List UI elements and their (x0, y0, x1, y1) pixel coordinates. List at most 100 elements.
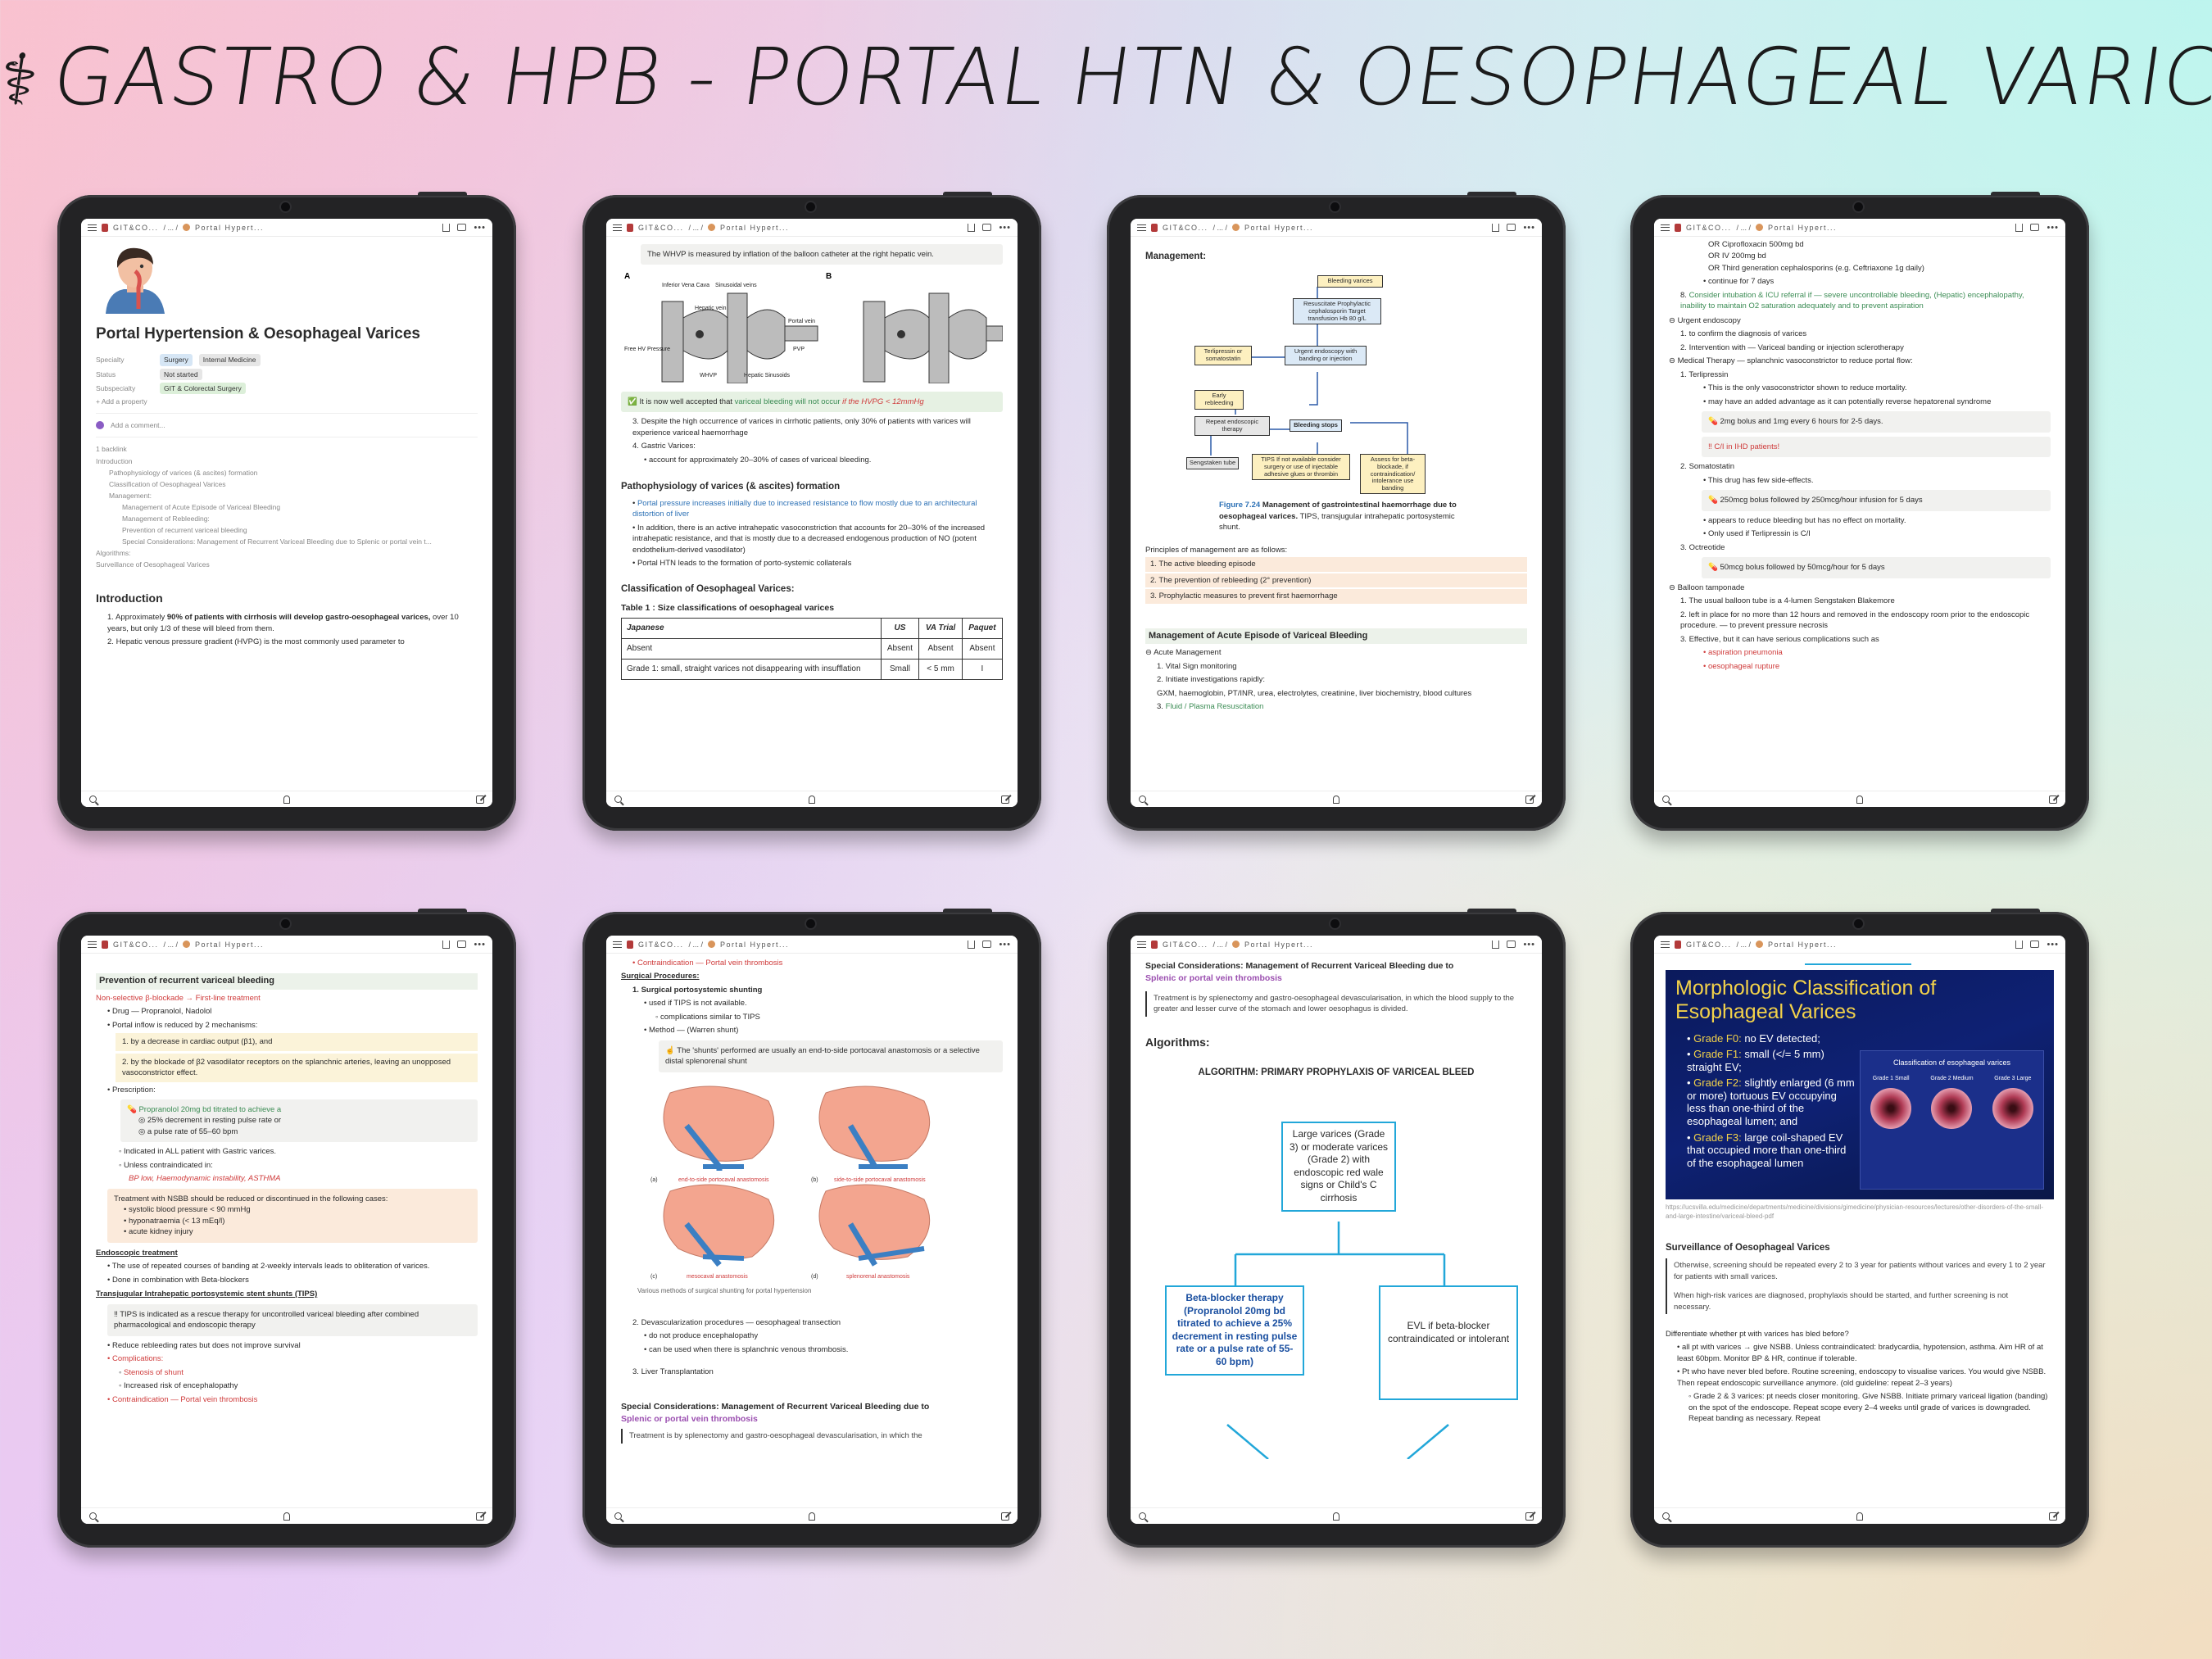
comment-icon[interactable] (982, 941, 992, 948)
comment-icon[interactable] (1507, 224, 1516, 231)
workspace-icon[interactable] (627, 223, 633, 232)
menu-icon[interactable] (613, 224, 622, 231)
bell-icon[interactable] (1856, 795, 1863, 804)
more-icon[interactable]: ••• (999, 940, 1011, 949)
toc-item[interactable]: Management of Acute Episode of Variceal … (122, 502, 478, 512)
compose-icon[interactable] (476, 795, 484, 804)
more-icon[interactable]: ••• (474, 223, 486, 232)
workspace-icon[interactable] (102, 223, 108, 232)
search-icon[interactable] (1139, 1512, 1146, 1520)
compose-icon[interactable] (1001, 795, 1009, 804)
comment-icon[interactable] (982, 224, 992, 231)
bell-icon[interactable] (1856, 1512, 1863, 1521)
workspace-icon[interactable] (102, 940, 108, 949)
workspace-icon[interactable] (1675, 940, 1681, 949)
toc-item[interactable]: Management: (109, 491, 478, 501)
compose-icon[interactable] (2049, 1512, 2057, 1521)
menu-icon[interactable] (88, 941, 97, 948)
comment-icon[interactable] (2030, 941, 2040, 948)
breadcrumb-page[interactable]: Portal Hypert... (1244, 224, 1313, 232)
add-property-button[interactable]: + Add a property (96, 397, 478, 406)
menu-icon[interactable] (1137, 941, 1146, 948)
share-icon[interactable] (2015, 223, 2024, 232)
workspace-icon[interactable] (627, 940, 633, 949)
toggle-balloon-tamponade[interactable]: ⊖ Balloon tamponade (1669, 582, 2051, 593)
bell-icon[interactable] (808, 1512, 815, 1521)
toc-item[interactable]: Prevention of recurrent variceal bleedin… (122, 525, 478, 535)
menu-icon[interactable] (613, 941, 622, 948)
workspace-icon[interactable] (1151, 223, 1158, 232)
toc-item[interactable]: Classification of Oesophageal Varices (109, 479, 478, 489)
share-icon[interactable] (968, 940, 976, 949)
search-icon[interactable] (1662, 1512, 1670, 1520)
source-link[interactable]: https://ucsvilla.edu/medicine/department… (1666, 1203, 2054, 1222)
tag-surgery[interactable]: Surgery (160, 354, 193, 366)
compose-icon[interactable] (2049, 795, 2057, 804)
toc-item[interactable]: Special Considerations: Management of Re… (122, 537, 478, 546)
tag-subspecialty[interactable]: GIT & Colorectal Surgery (160, 382, 246, 394)
bell-icon[interactable] (1332, 795, 1339, 804)
breadcrumb-page[interactable]: Portal Hypert... (720, 224, 789, 232)
toggle-acute-management[interactable]: ⊖ Acute Management (1145, 647, 1527, 658)
share-icon[interactable] (2015, 940, 2024, 949)
bell-icon[interactable] (283, 795, 290, 804)
menu-icon[interactable] (1661, 224, 1670, 231)
comment-icon[interactable] (2030, 224, 2040, 231)
breadcrumb-page[interactable]: Portal Hypert... (195, 941, 264, 949)
comment-icon[interactable] (1507, 941, 1516, 948)
toc-item[interactable]: Surveillance of Oesophageal Varices (96, 560, 478, 569)
menu-icon[interactable] (88, 224, 97, 231)
share-icon[interactable] (968, 223, 976, 232)
toc-item[interactable]: Introduction (96, 456, 478, 466)
breadcrumb-page[interactable]: Portal Hypert... (1768, 224, 1837, 232)
backlink[interactable]: 1 backlink (96, 444, 478, 454)
compose-icon[interactable] (1525, 1512, 1534, 1521)
toc-item[interactable]: Pathophysiology of varices (& ascites) f… (109, 468, 478, 478)
breadcrumb-workspace[interactable]: GIT&CO... (638, 941, 684, 949)
toc-item[interactable]: Algorithms: (96, 548, 478, 558)
status-badge[interactable]: Not started (160, 368, 202, 380)
more-icon[interactable]: ••• (1523, 223, 1535, 232)
breadcrumb-page[interactable]: Portal Hypert... (720, 941, 789, 949)
toggle-urgent-endoscopy[interactable]: ⊖ Urgent endoscopy (1669, 315, 2051, 326)
tag-internal-medicine[interactable]: Internal Medicine (198, 354, 261, 366)
workspace-icon[interactable] (1151, 940, 1158, 949)
property-status[interactable]: Status Not started (96, 368, 478, 380)
breadcrumb-page[interactable]: Portal Hypert... (195, 224, 264, 232)
share-icon[interactable] (442, 223, 451, 232)
add-comment[interactable]: Add a comment... (96, 420, 478, 430)
search-icon[interactable] (614, 1512, 622, 1520)
breadcrumb-workspace[interactable]: GIT&CO... (113, 941, 159, 949)
share-icon[interactable] (1492, 940, 1500, 949)
toc-item[interactable]: Management of Rebleeding: (122, 514, 478, 524)
more-icon[interactable]: ••• (2047, 223, 2059, 232)
toggle-medical-therapy[interactable]: ⊖ Medical Therapy — splanchnic vasoconst… (1669, 356, 2051, 366)
add-comment-input[interactable]: Add a comment... (111, 420, 165, 430)
breadcrumb-workspace[interactable]: GIT&CO... (1163, 224, 1208, 232)
search-icon[interactable] (1662, 796, 1670, 803)
bell-icon[interactable] (1332, 1512, 1339, 1521)
menu-icon[interactable] (1661, 941, 1670, 948)
more-icon[interactable]: ••• (1523, 940, 1535, 949)
breadcrumb-workspace[interactable]: GIT&CO... (638, 224, 684, 232)
workspace-icon[interactable] (1675, 223, 1681, 232)
share-icon[interactable] (1492, 223, 1500, 232)
comment-icon[interactable] (457, 224, 467, 231)
more-icon[interactable]: ••• (2047, 940, 2059, 949)
breadcrumb-page[interactable]: Portal Hypert... (1244, 941, 1313, 949)
breadcrumb-workspace[interactable]: GIT&CO... (1686, 941, 1732, 949)
breadcrumb-workspace[interactable]: GIT&CO... (113, 224, 159, 232)
property-specialty[interactable]: Specialty Surgery Internal Medicine (96, 354, 478, 366)
breadcrumb-page[interactable]: Portal Hypert... (1768, 941, 1837, 949)
search-icon[interactable] (89, 1512, 97, 1520)
property-subspecialty[interactable]: Subspecialty GIT & Colorectal Surgery (96, 382, 478, 394)
breadcrumb-workspace[interactable]: GIT&CO... (1163, 941, 1208, 949)
bell-icon[interactable] (808, 795, 815, 804)
more-icon[interactable]: ••• (474, 940, 486, 949)
search-icon[interactable] (614, 796, 622, 803)
compose-icon[interactable] (1001, 1512, 1009, 1521)
bell-icon[interactable] (283, 1512, 290, 1521)
search-icon[interactable] (1139, 796, 1146, 803)
more-icon[interactable]: ••• (999, 223, 1011, 232)
share-icon[interactable] (442, 940, 451, 949)
